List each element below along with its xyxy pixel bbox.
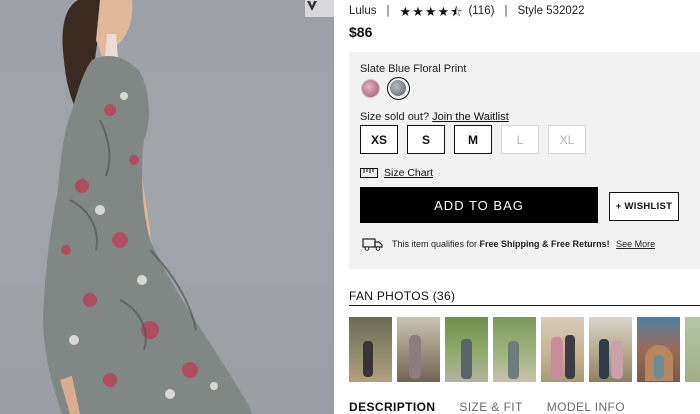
divider: |	[504, 5, 508, 17]
product-info-tabs: DESCRIPTION SIZE & FIT MODEL INFO	[349, 400, 649, 414]
half-star-icon: ⯪	[450, 3, 463, 19]
selected-color-name: Slate Blue Floral Print	[360, 63, 467, 75]
purchase-panel: Slate Blue Floral Print Size sold out? J…	[349, 52, 700, 269]
star-icon: ★	[412, 3, 424, 19]
review-count[interactable]: (116)	[468, 5, 494, 17]
fan-photo[interactable]	[589, 317, 632, 382]
fan-photos-strip	[349, 317, 700, 382]
brand-name: Lulus	[349, 5, 377, 17]
shipping-highlight: Free Shipping & Free Returns!	[479, 239, 610, 249]
size-option-m[interactable]: M	[454, 125, 492, 154]
truck-icon	[362, 238, 383, 251]
fan-photo[interactable]	[541, 317, 584, 382]
tab-size-fit[interactable]: SIZE & FIT	[459, 400, 522, 414]
size-option-xs[interactable]: XS	[360, 125, 398, 154]
fan-photo[interactable]	[445, 317, 488, 382]
style-number: Style 532022	[517, 5, 585, 17]
divider: |	[386, 5, 390, 17]
see-more-link[interactable]: See More	[616, 239, 655, 249]
size-option-xl[interactable]: XL	[548, 125, 586, 154]
product-photo[interactable]	[0, 0, 334, 414]
fan-photo[interactable]	[349, 317, 392, 382]
color-swatch-slate-selected[interactable]	[387, 77, 410, 100]
size-option-l[interactable]: L	[501, 125, 539, 154]
size-chart-label: Size Chart	[384, 167, 434, 179]
shipping-prefix: This item qualifies for	[392, 239, 478, 249]
shipping-info: This item qualifies for Free Shipping & …	[362, 237, 655, 251]
model-illustration	[43, 0, 252, 414]
favorite-icon[interactable]	[305, 0, 334, 17]
product-meta: Lulus | ★ ★ ★ ★ ⯪ (116) | Style 532022	[349, 4, 585, 18]
add-to-bag-button[interactable]: ADD TO BAG	[360, 187, 598, 223]
rating-stars[interactable]: ★ ★ ★ ★ ⯪	[400, 5, 463, 18]
join-waitlist-link[interactable]: Join the Waitlist	[432, 111, 509, 123]
fan-photo[interactable]	[397, 317, 440, 382]
wishlist-button[interactable]: + WISHLIST	[609, 192, 679, 221]
size-option-s[interactable]: S	[407, 125, 445, 154]
tab-model-info[interactable]: MODEL INFO	[547, 400, 625, 414]
product-price: $86	[349, 24, 373, 40]
soldout-text: Size sold out?	[360, 111, 430, 123]
fan-photos-title: FAN PHOTOS (36)	[349, 289, 456, 303]
fan-photo[interactable]	[493, 317, 536, 382]
star-icon: ★	[437, 3, 450, 19]
size-soldout-prompt: Size sold out? Join the Waitlist	[360, 111, 509, 123]
size-chart-link[interactable]: Size Chart	[360, 167, 433, 179]
tab-description[interactable]: DESCRIPTION	[349, 400, 435, 414]
ruler-icon	[360, 168, 378, 178]
fan-photo[interactable]	[637, 317, 680, 382]
color-swatch-pink[interactable]	[361, 79, 380, 98]
divider	[349, 305, 700, 306]
fan-photo[interactable]	[685, 317, 700, 382]
star-icon: ★	[424, 3, 437, 19]
star-icon: ★	[399, 3, 412, 19]
size-selector: XS S M L XL	[360, 125, 586, 154]
